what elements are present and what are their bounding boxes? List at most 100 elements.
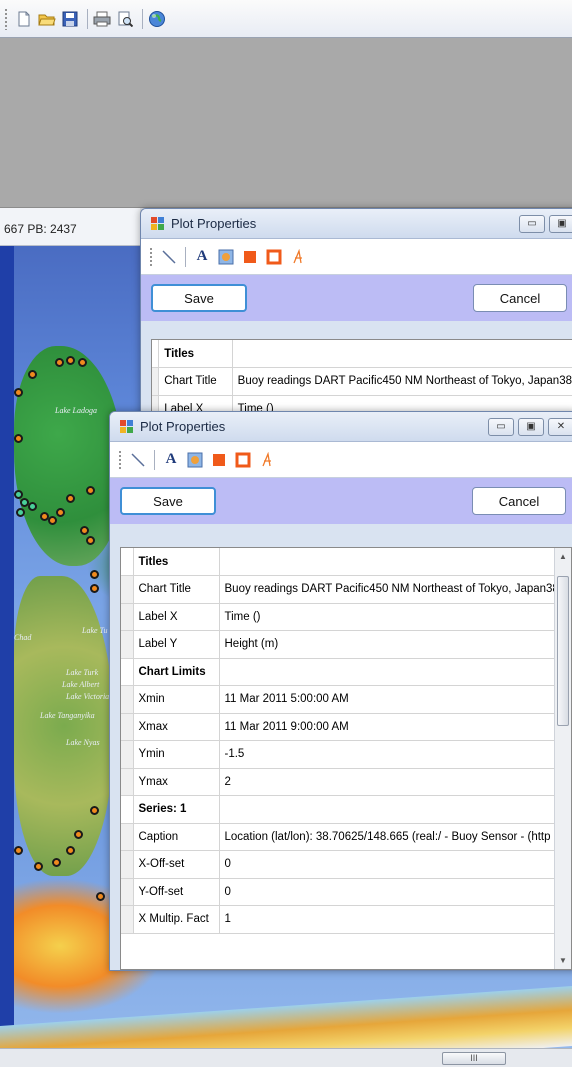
grid-property-row[interactable]: Y-Off-set 0 [121,878,571,906]
buoy-marker[interactable] [90,806,99,815]
maximize-icon[interactable]: ▣ [549,214,572,233]
line-tool-icon[interactable] [160,248,178,266]
grid-property-row[interactable]: Chart Title Buoy readings DART Pacific450… [121,575,571,604]
fill-color-icon[interactable] [241,248,259,266]
buoy-marker[interactable] [90,570,99,579]
buoy-marker[interactable] [86,536,95,545]
property-name: Series: 1 [133,795,220,824]
toolbar-separator [87,8,88,29]
toolbar-grip[interactable] [149,246,153,267]
horizontal-scrollbar[interactable]: III [0,1048,572,1067]
save-icon[interactable] [60,9,80,29]
buoy-marker[interactable] [80,526,89,535]
property-value[interactable]: Location (lat/lon): 38.70625/148.665 (re… [219,823,571,851]
property-value[interactable]: Height (m) [219,630,571,659]
buoy-marker[interactable] [48,516,57,525]
grid-property-row[interactable]: Label Y Height (m) [121,630,571,659]
save-button[interactable]: Save [120,487,216,515]
toolbar-grip[interactable] [118,449,122,470]
property-value[interactable]: 0 [219,850,571,879]
buoy-marker[interactable] [66,356,75,365]
property-name: X-Off-set [133,850,220,879]
close-icon[interactable]: ✕ [548,417,572,436]
line-tool-icon[interactable] [129,451,147,469]
grid-property-row[interactable]: Xmin 11 Mar 2011 5:00:00 AM [121,685,571,714]
dialog-titlebar[interactable]: Plot Properties ▭ ▣ ✕ [110,412,572,442]
scroll-down-icon[interactable]: ▼ [555,952,571,969]
grid-property-row[interactable]: Ymax 2 [121,768,571,796]
buoy-marker[interactable] [34,862,43,871]
buoy-marker[interactable] [66,846,75,855]
cancel-button[interactable]: Cancel [473,284,567,312]
open-folder-icon[interactable] [37,9,57,29]
buoy-marker[interactable] [55,358,64,367]
dialog-titlebar[interactable]: Plot Properties ▭ ▣ [141,209,572,239]
text-tool-icon[interactable]: A [162,451,180,469]
grid-section-row[interactable]: Series: 1 [121,795,571,824]
cancel-button[interactable]: Cancel [472,487,566,515]
buoy-marker[interactable] [90,584,99,593]
buoy-marker[interactable] [28,502,37,511]
font-color-icon[interactable] [289,248,307,266]
grid-section-row[interactable]: Titles [121,548,571,576]
buoy-marker[interactable] [16,508,25,517]
plot-properties-dialog[interactable]: Plot Properties ▭ ▣ ✕ A Save Cancel Titl… [109,411,572,971]
grid-property-row[interactable]: Caption Location (lat/lon): 38.70625/148.… [121,823,571,851]
property-value[interactable]: Buoy readings DART Pacific450 NM Northea… [232,367,572,396]
new-document-icon[interactable] [14,9,34,29]
grid-property-row[interactable]: Chart Title Buoy readings DART Pacific450… [152,367,572,396]
buoy-marker[interactable] [74,830,83,839]
property-value[interactable]: 1 [219,905,571,934]
print-icon[interactable] [92,9,112,29]
border-color-icon[interactable] [265,248,283,266]
save-button[interactable]: Save [151,284,247,312]
minimize-icon[interactable]: ▭ [519,214,545,233]
property-grid-scrollbar[interactable]: ▲ ▼ [554,548,571,969]
row-gutter [121,795,134,824]
plot-properties-dialog-back[interactable]: Plot Properties ▭ ▣ A Save Cancel Titles… [140,208,572,428]
border-color-icon[interactable] [234,451,252,469]
scroll-up-icon[interactable]: ▲ [555,548,571,565]
grid-section-row[interactable]: Titles [152,340,572,368]
fill-color-icon[interactable] [210,451,228,469]
map-edge [0,246,14,1048]
toolbar-grip[interactable] [4,7,8,30]
lake-label: Lake Turk [66,668,99,677]
property-name: Titles [133,548,220,576]
property-value[interactable]: -1.5 [219,740,571,769]
buoy-marker[interactable] [52,858,61,867]
buoy-marker[interactable] [78,358,87,367]
grid-section-row[interactable]: Chart Limits [121,658,571,686]
minimize-icon[interactable]: ▭ [488,417,514,436]
print-preview-icon[interactable] [115,9,135,29]
buoy-marker[interactable] [56,508,65,517]
image-tool-icon[interactable] [217,248,235,266]
grid-property-row[interactable]: Label X Time () [121,603,571,631]
globe-icon[interactable] [147,9,167,29]
property-value[interactable]: 11 Mar 2011 9:00:00 AM [219,713,571,741]
scrollbar-thumb[interactable] [557,576,569,726]
buoy-marker[interactable] [96,892,105,901]
buoy-marker[interactable] [28,370,37,379]
property-value[interactable]: 0 [219,878,571,906]
grid-property-row[interactable]: X Multip. Fact 1 [121,905,571,934]
grid-property-row[interactable]: X-Off-set 0 [121,850,571,879]
buoy-marker[interactable] [14,434,23,443]
property-value[interactable]: 11 Mar 2011 5:00:00 AM [219,685,571,714]
image-tool-icon[interactable] [186,451,204,469]
grid-property-row[interactable]: Xmax 11 Mar 2011 9:00:00 AM [121,713,571,741]
buoy-marker[interactable] [14,846,23,855]
font-color-icon[interactable] [258,451,276,469]
dialog-title: Plot Properties [140,419,226,434]
property-value[interactable]: Time () [219,603,571,631]
buoy-marker[interactable] [66,494,75,503]
maximize-icon[interactable]: ▣ [518,417,544,436]
property-value[interactable]: Buoy readings DART Pacific450 NM Northea… [219,575,571,604]
grid-property-row[interactable]: Ymin -1.5 [121,740,571,769]
buoy-marker[interactable] [14,388,23,397]
text-tool-icon[interactable]: A [193,248,211,266]
property-grid[interactable]: Titles Chart Title Buoy readings DART Paci… [120,547,572,970]
scrollbar-thumb[interactable]: III [442,1052,506,1065]
property-value[interactable]: 2 [219,768,571,796]
buoy-marker[interactable] [86,486,95,495]
